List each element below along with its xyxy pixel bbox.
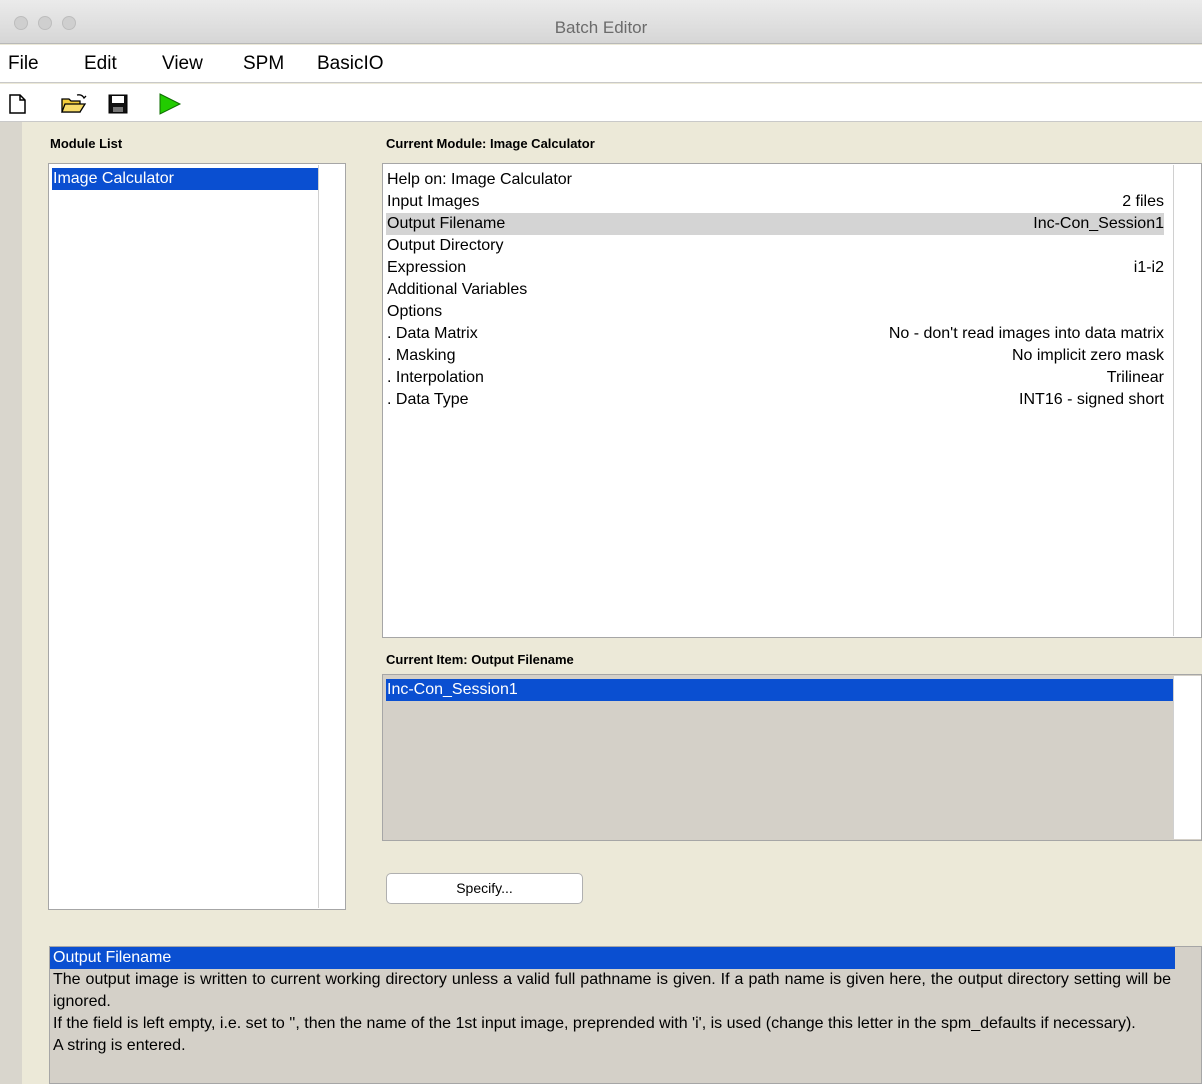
item-value: Inc-Con_Session1	[1033, 215, 1164, 232]
left-edge-strip	[0, 122, 22, 1084]
toolbar	[0, 84, 1202, 122]
menu-spm[interactable]: SPM	[243, 53, 284, 75]
window-title: Batch Editor	[554, 18, 648, 37]
title-bar: Batch Editor	[0, 0, 1202, 44]
item-value: 2 files	[1122, 193, 1164, 210]
module-list-label: Module List	[50, 136, 123, 151]
item-name: . Interpolation	[387, 369, 484, 386]
menu-view[interactable]: View	[162, 53, 203, 75]
item-value: Trilinear	[1106, 369, 1164, 386]
module-row[interactable]: Output Directory	[386, 235, 1164, 257]
menu-bar: File Edit View SPM BasicIO	[0, 45, 1202, 83]
specify-button[interactable]: Specify...	[386, 873, 583, 904]
item-name: Output Directory	[387, 237, 504, 254]
item-name: Expression	[387, 259, 467, 276]
new-file-icon[interactable]	[6, 92, 30, 116]
item-name: . Masking	[387, 347, 456, 364]
item-name: . Data Matrix	[387, 325, 478, 342]
current-item-value[interactable]: Inc-Con_Session1	[386, 679, 1176, 701]
current-module-list[interactable]: Help on: Image Calculator Input Images 2…	[382, 163, 1202, 638]
module-row[interactable]: Options	[386, 301, 1164, 323]
item-value: No implicit zero mask	[1011, 347, 1164, 364]
module-row[interactable]: Input Images 2 files	[386, 191, 1164, 213]
current-item-list[interactable]: Inc-Con_Session1	[382, 674, 1202, 841]
module-row[interactable]: Expression i1-i2	[386, 257, 1164, 279]
save-disk-icon[interactable]	[106, 92, 130, 116]
item-value: No - don't read images into data matrix	[888, 325, 1164, 342]
help-paragraph: A string is entered.	[53, 1037, 186, 1054]
module-row-selected[interactable]: Output Filename Inc-Con_Session1	[386, 213, 1164, 235]
current-module-label: Current Module: Image Calculator	[386, 136, 595, 151]
module-item-image-calculator[interactable]: Image Calculator	[52, 168, 320, 190]
item-name: Additional Variables	[387, 281, 528, 298]
module-list-scrollbar[interactable]	[318, 165, 344, 908]
batch-editor-window: Batch Editor File Edit View SPM BasicIO	[0, 0, 1202, 1084]
run-play-icon[interactable]	[156, 92, 182, 116]
item-name: Help on: Image Calculator	[387, 171, 572, 188]
current-module-scrollbar[interactable]	[1173, 165, 1201, 636]
item-name: . Data Type	[387, 391, 469, 408]
help-paragraph: If the field is left empty, i.e. set to …	[53, 1015, 1136, 1032]
item-value: INT16 - signed short	[1019, 391, 1164, 408]
module-row[interactable]: . Data Matrix No - don't read images int…	[386, 323, 1164, 345]
help-title: Output Filename	[50, 947, 1175, 969]
current-item-scrollbar[interactable]	[1173, 676, 1201, 839]
item-name: Input Images	[387, 193, 480, 210]
help-panel: Output Filename The output image is writ…	[49, 946, 1202, 1084]
menu-edit[interactable]: Edit	[84, 53, 117, 75]
item-value: i1-i2	[1133, 259, 1164, 276]
help-paragraph: The output image is written to current w…	[53, 971, 1171, 1010]
module-list[interactable]: Image Calculator	[48, 163, 346, 910]
menu-basicio[interactable]: BasicIO	[317, 53, 384, 75]
module-row[interactable]: . Masking No implicit zero mask	[386, 345, 1164, 367]
item-name: Output Filename	[387, 215, 506, 232]
item-name: Options	[387, 303, 443, 320]
module-row[interactable]: Help on: Image Calculator	[386, 169, 1164, 191]
menu-file[interactable]: File	[8, 53, 39, 75]
module-row[interactable]: Additional Variables	[386, 279, 1164, 301]
module-row[interactable]: . Data Type INT16 - signed short	[386, 389, 1164, 411]
open-folder-icon[interactable]	[60, 92, 87, 116]
help-text: The output image is written to current w…	[53, 969, 1171, 1057]
module-row[interactable]: . Interpolation Trilinear	[386, 367, 1164, 389]
current-item-label: Current Item: Output Filename	[386, 652, 574, 667]
